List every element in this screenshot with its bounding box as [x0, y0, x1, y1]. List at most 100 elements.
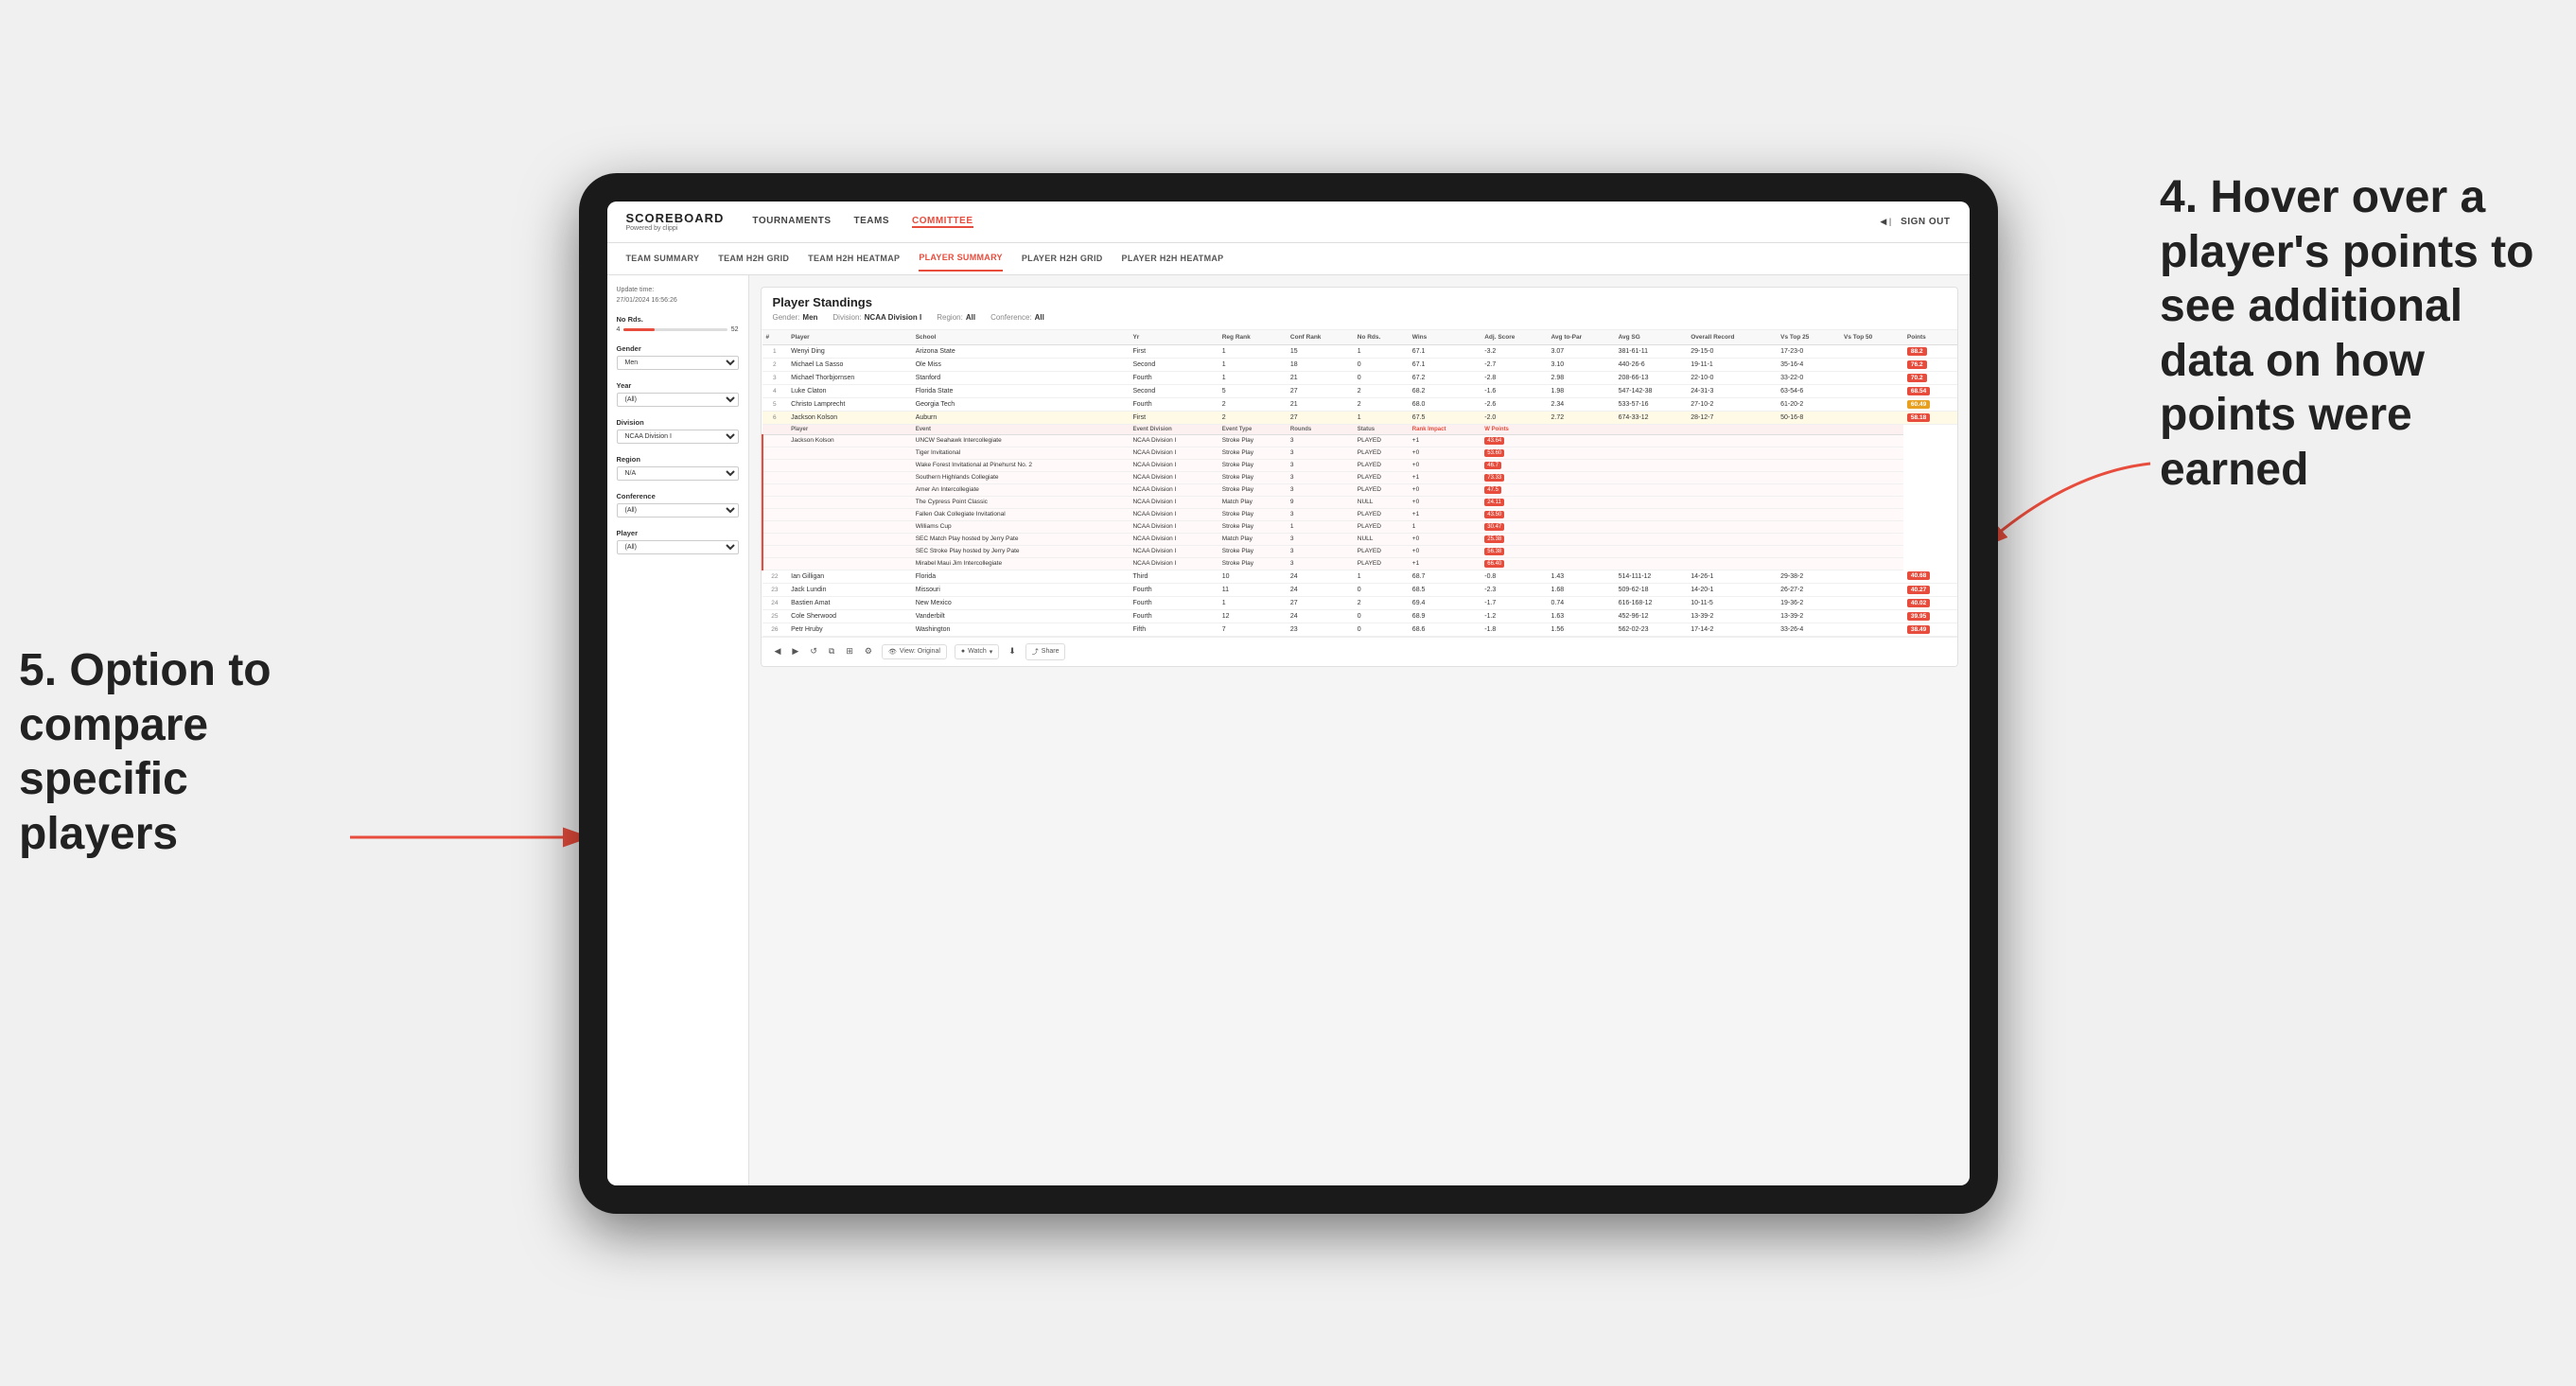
sub-nav-team-summary[interactable]: TEAM SUMMARY	[626, 246, 700, 271]
gender-select[interactable]: Men	[617, 356, 739, 370]
rank-26: 26	[762, 623, 788, 636]
ev-rounds-3: 3	[1287, 459, 1354, 471]
sub-nav-player-h2h-grid[interactable]: PLAYER H2H GRID	[1022, 246, 1103, 271]
toolbar-view-button[interactable]: 👁 View: Original	[882, 644, 947, 659]
table-row[interactable]: 4 Luke Claton Florida State Second 5 27 …	[762, 384, 1957, 397]
ev-player-7	[787, 508, 912, 520]
event-row-4[interactable]: Southern Highlands Collegiate NCAA Divis…	[762, 471, 1957, 483]
region-select[interactable]: N/A	[617, 466, 739, 481]
toolbar-layout-btn[interactable]: ⊞	[844, 646, 855, 657]
ev-wpoints-8: 30.47	[1481, 520, 1903, 533]
rank-5: 5	[762, 397, 788, 411]
slider-row[interactable]: 4 52	[617, 326, 739, 333]
slider-track[interactable]	[623, 328, 727, 331]
sub-nav-team-h2h-heatmap[interactable]: TEAM H2H HEATMAP	[808, 246, 900, 271]
event-row-3[interactable]: Wake Forest Invitational at Pinehurst No…	[762, 459, 1957, 471]
toolbar-back-btn[interactable]: ◀	[773, 646, 783, 657]
event-row-7[interactable]: Fallen Oak Collegiate Invitational NCAA …	[762, 508, 1957, 520]
rds-2: 0	[1354, 358, 1409, 371]
ev-rank-impact-1: +1	[1409, 434, 1481, 447]
toolbar-watch-button[interactable]: ● Watch ▾	[955, 644, 999, 659]
points-5[interactable]: 60.49	[1903, 397, 1957, 411]
event-row-8[interactable]: Williams Cup NCAA Division I Stroke Play…	[762, 520, 1957, 533]
toolbar-settings-btn[interactable]: ⚙	[863, 646, 874, 657]
ev-blank-4	[762, 471, 788, 483]
main-content: Update time: 27/01/2024 16:56:26 No Rds.…	[607, 275, 1970, 1185]
update-time-value: 27/01/2024 16:56:26	[617, 297, 739, 304]
toolbar-copy-btn[interactable]: ⧉	[827, 646, 836, 657]
event-row-9[interactable]: SEC Match Play hosted by Jerry Pate NCAA…	[762, 533, 1957, 545]
table-row[interactable]: 2 Michael La Sasso Ole Miss Second 1 18 …	[762, 358, 1957, 371]
vs25-5: 61-20-2	[1777, 397, 1840, 411]
rds-25: 0	[1354, 609, 1409, 623]
points-6[interactable]: 58.18	[1903, 411, 1957, 424]
sub-nav-player-summary[interactable]: PLAYER SUMMARY	[919, 245, 1003, 272]
division-select[interactable]: NCAA Division I	[617, 430, 739, 444]
event-row-10[interactable]: SEC Stroke Play hosted by Jerry Pate NCA…	[762, 545, 1957, 557]
toolbar-download-btn[interactable]: ⬇	[1007, 646, 1018, 657]
ev-type-7: Stroke Play	[1218, 508, 1287, 520]
conf-3: 21	[1287, 371, 1354, 384]
ev-rounds-4: 3	[1287, 471, 1354, 483]
points-26[interactable]: 38.49	[1903, 623, 1957, 636]
arrow-left-to-sidebar	[341, 809, 605, 866]
table-row[interactable]: 3 Michael Thorbjornsen Stanford Fourth 1…	[762, 371, 1957, 384]
points-22[interactable]: 40.68	[1903, 570, 1957, 583]
event-row-6[interactable]: The Cypress Point Classic NCAA Division …	[762, 496, 1957, 508]
ev-type-9: Match Play	[1218, 533, 1287, 545]
table-row[interactable]: 24 Bastien Amat New Mexico Fourth 1 27 2…	[762, 596, 1957, 609]
ev-division-6: NCAA Division I	[1129, 496, 1218, 508]
points-2[interactable]: 76.2	[1903, 358, 1957, 371]
nav-teams[interactable]: TEAMS	[854, 216, 890, 228]
logo-section: SCOREBOARD Powered by clippi	[626, 211, 725, 232]
player-select[interactable]: (All)	[617, 540, 739, 554]
sg-26: 562-02-23	[1615, 623, 1688, 636]
school-4: Florida State	[912, 384, 1130, 397]
event-row-11[interactable]: Mirabel Maui Jim Intercollegiate NCAA Di…	[762, 557, 1957, 570]
player-24: Bastien Amat	[787, 596, 912, 609]
points-24[interactable]: 40.02	[1903, 596, 1957, 609]
ev-wpoints-9: 25.38	[1481, 533, 1903, 545]
table-row-highlighted[interactable]: 6 Jackson Kolson Auburn First 2 27 1 67.…	[762, 411, 1957, 424]
standings-title: Player Standings	[773, 295, 1946, 309]
adj-22: -0.8	[1481, 570, 1547, 583]
table-row[interactable]: 5 Christo Lamprecht Georgia Tech Fourth …	[762, 397, 1957, 411]
nav-tournaments[interactable]: TOURNAMENTS	[752, 216, 831, 228]
ev-wpoints-2: 53.60	[1481, 447, 1903, 459]
event-row-5[interactable]: Amer An Intercollegiate NCAA Division I …	[762, 483, 1957, 496]
event-col-player: Player	[787, 424, 912, 434]
event-header-row: Player Event Event Division Event Type R…	[762, 424, 1957, 434]
event-col-division: Event Division	[1129, 424, 1218, 434]
sg-4: 547-142-38	[1615, 384, 1688, 397]
conference-select[interactable]: (All)	[617, 503, 739, 518]
points-4[interactable]: 68.54	[1903, 384, 1957, 397]
table-row[interactable]: 23 Jack Lundin Missouri Fourth 11 24 0 6…	[762, 583, 1957, 596]
vs25-2: 35-16-4	[1777, 358, 1840, 371]
overall-6: 28-12-7	[1687, 411, 1777, 424]
points-25[interactable]: 39.95	[1903, 609, 1957, 623]
watch-label: Watch	[968, 648, 987, 655]
toolbar-share-button[interactable]: ⤴ Share	[1025, 643, 1066, 660]
points-3[interactable]: 70.2	[1903, 371, 1957, 384]
adj-5: -2.6	[1481, 397, 1547, 411]
col-school: School	[912, 330, 1130, 345]
sub-nav-player-h2h-heatmap[interactable]: PLAYER H2H HEATMAP	[1122, 246, 1224, 271]
sign-out-button[interactable]: Sign out	[1901, 217, 1950, 227]
event-row-1[interactable]: Jackson Kolson UNCW Seahawk Intercollegi…	[762, 434, 1957, 447]
table-row[interactable]: 25 Cole Sherwood Vanderbilt Fourth 12 24…	[762, 609, 1957, 623]
sidebar-region-section: Region N/A	[617, 455, 739, 481]
nav-committee[interactable]: COMMITTEE	[912, 216, 973, 228]
points-23[interactable]: 40.27	[1903, 583, 1957, 596]
adj-6: -2.0	[1481, 411, 1547, 424]
table-row[interactable]: 26 Petr Hruby Washington Fifth 7 23 0 68…	[762, 623, 1957, 636]
ev-division-3: NCAA Division I	[1129, 459, 1218, 471]
event-row-2[interactable]: Tiger Invitational NCAA Division I Strok…	[762, 447, 1957, 459]
points-1[interactable]: 88.2	[1903, 344, 1957, 358]
toolbar-refresh-btn[interactable]: ↺	[808, 646, 819, 657]
sub-nav-team-h2h-grid[interactable]: TEAM H2H GRID	[718, 246, 789, 271]
year-select[interactable]: (All)	[617, 393, 739, 407]
toolbar-forward-btn[interactable]: ▶	[790, 646, 800, 657]
table-row[interactable]: 1 Wenyi Ding Arizona State First 1 15 1 …	[762, 344, 1957, 358]
par-25: 1.63	[1547, 609, 1614, 623]
table-row[interactable]: 22 Ian Gilligan Florida Third 10 24 1 68…	[762, 570, 1957, 583]
